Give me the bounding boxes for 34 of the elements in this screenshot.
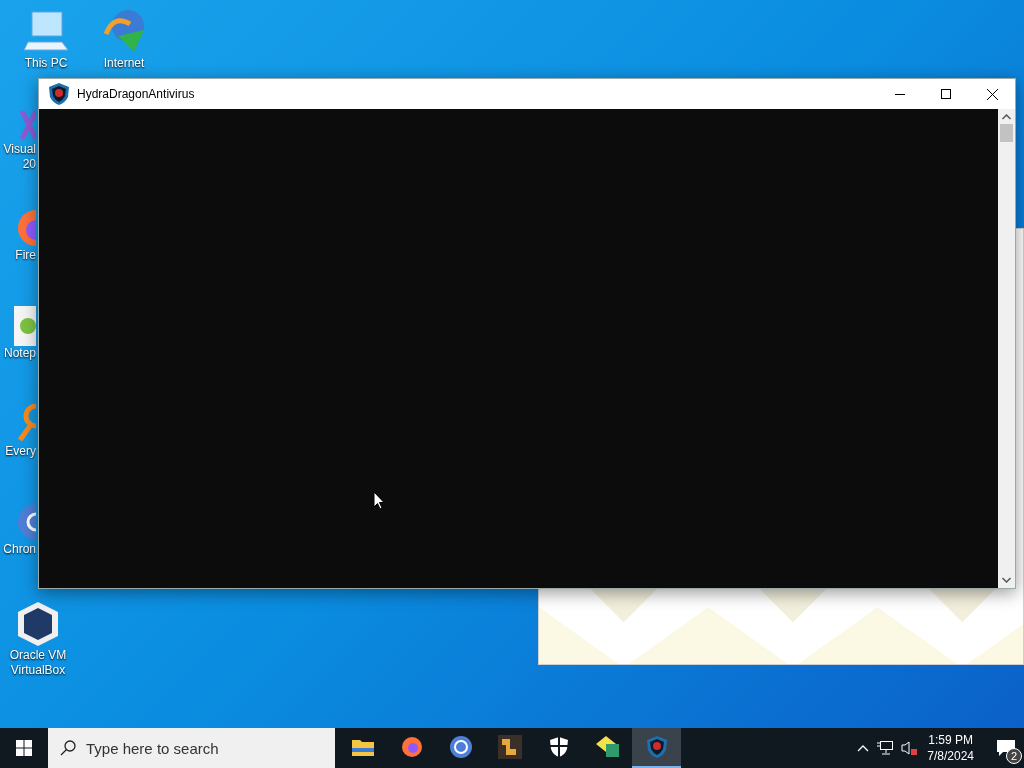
icon-label: Every	[5, 444, 36, 459]
chevron-up-icon	[857, 744, 870, 752]
app-icon	[497, 735, 522, 759]
notifications-button[interactable]: 2	[988, 728, 1024, 768]
icon-label: Visual	[3, 142, 36, 157]
folder-icon	[351, 738, 374, 756]
notification-count: 2	[1006, 748, 1022, 764]
icon-label: Oracle VM	[9, 648, 67, 663]
window-title: HydraDragonAntivirus	[77, 86, 195, 103]
icon-label: Internet	[103, 56, 145, 71]
clock-time: 1:59 PM	[928, 732, 973, 748]
chromium-icon	[448, 735, 473, 759]
minimize-icon	[895, 93, 905, 95]
network-icon	[877, 741, 894, 755]
windows-logo-icon	[16, 740, 32, 756]
icon-label: 20	[22, 157, 36, 172]
volume-muted-icon	[901, 741, 918, 755]
icon-label: This PC	[24, 56, 68, 71]
scroll-thumb[interactable]	[1000, 124, 1013, 142]
icon-label: Chron	[3, 542, 36, 557]
icon-label: VirtualBox	[10, 663, 66, 678]
shield-icon	[548, 736, 569, 758]
notepad-icon	[14, 306, 36, 346]
icon-label: Notep	[3, 346, 36, 361]
mouse-cursor-icon	[373, 491, 385, 510]
search-field[interactable]: Type here to search	[48, 728, 335, 768]
maximize-icon	[941, 89, 951, 99]
clock-date: 7/8/2024	[927, 748, 974, 764]
firefox-icon	[400, 736, 423, 758]
scrollbar[interactable]	[998, 109, 1015, 588]
icon-label: Fire	[15, 248, 36, 263]
close-icon	[986, 88, 998, 100]
taskbar-app-button[interactable]	[632, 728, 681, 768]
search-icon	[60, 740, 76, 756]
